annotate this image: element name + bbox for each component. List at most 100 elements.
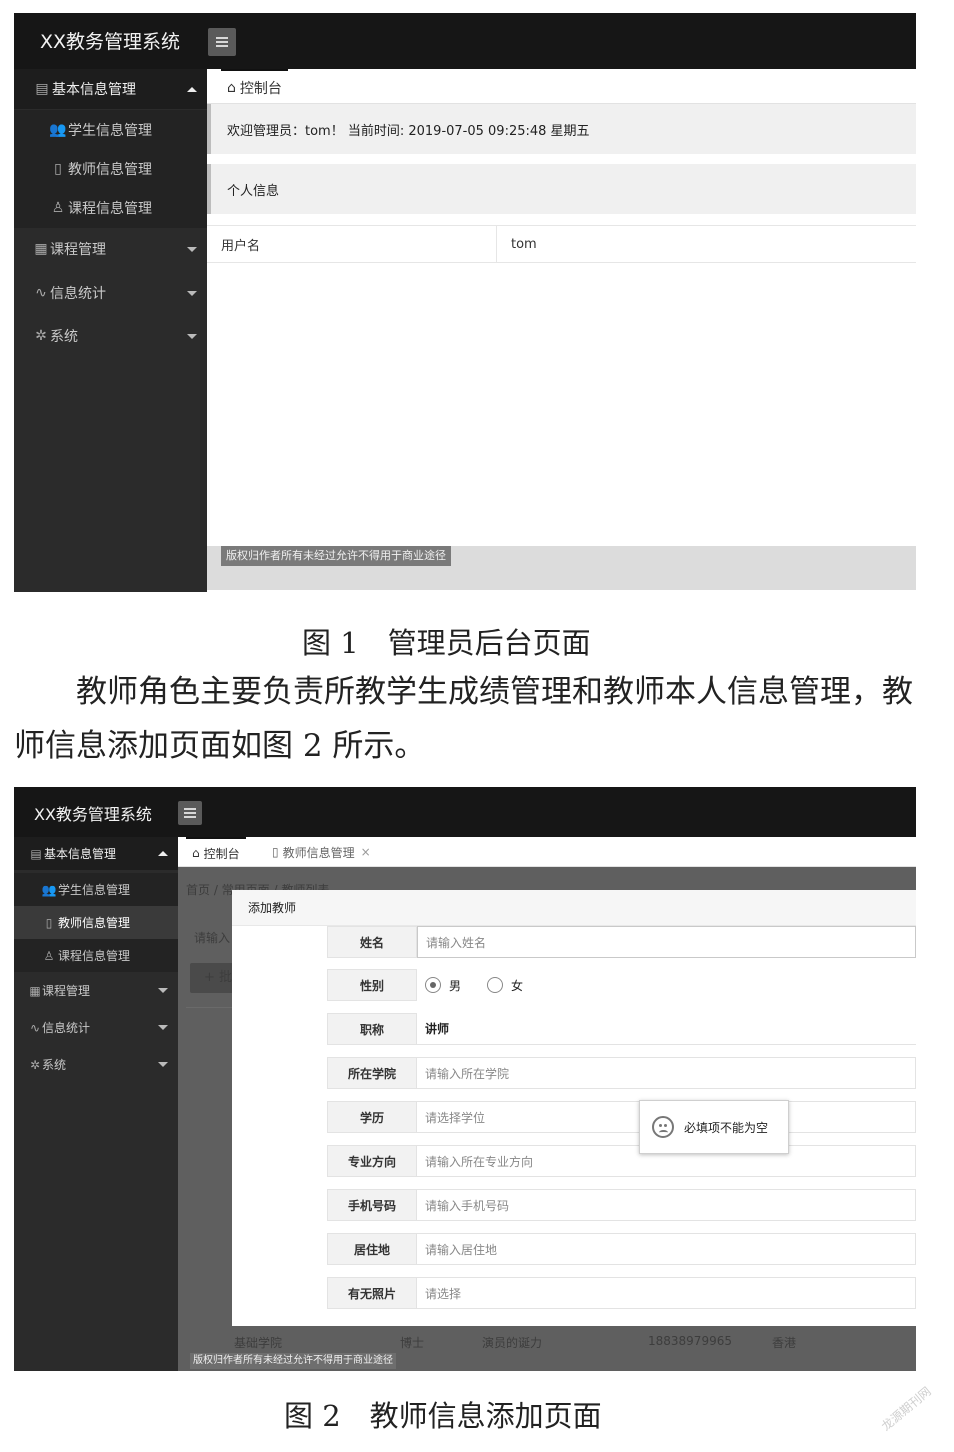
field-label: 性别 <box>327 969 417 1001</box>
info-value: tom <box>511 236 537 252</box>
menu-toggle-icon[interactable] <box>208 28 236 56</box>
sidebar-item-label: 基本信息管理 <box>52 82 136 98</box>
gender-radio-male[interactable]: 男 <box>425 977 461 994</box>
app-title: XX教务管理系统 <box>34 805 152 824</box>
modal-title: 添加教师 <box>232 890 916 926</box>
form-row-major: 专业方向 请输入所在专业方向 <box>327 1145 916 1177</box>
form-row-photo: 有无照片 请选择 <box>327 1277 916 1309</box>
title-select[interactable]: 讲师 <box>417 1013 916 1045</box>
chevron-down-icon <box>158 988 168 993</box>
bg-cell: 博士 <box>400 1336 425 1350</box>
chevron-down-icon <box>187 333 197 339</box>
tab-dashboard[interactable]: ⌂ 控制台 <box>186 837 246 867</box>
home-icon: ⌂ <box>192 846 200 860</box>
bg-cell: 演员的诞力 <box>482 1336 543 1350</box>
field-label: 所在学院 <box>327 1057 417 1089</box>
form-row-phone: 手机号码 请输入手机号码 <box>327 1189 916 1221</box>
chevron-down-icon <box>158 1025 168 1030</box>
table-icon: ▦ <box>29 983 41 998</box>
sidebar-item-label: 系统 <box>42 1058 67 1072</box>
phone-input[interactable]: 请输入手机号码 <box>417 1189 916 1221</box>
top-navbar: XX教务管理系统 <box>14 787 916 837</box>
tab-label: 控制台 <box>239 80 282 97</box>
gender-radio-female[interactable]: 女 <box>487 977 523 994</box>
sidebar-item-course-mgmt[interactable]: ▦ 课程管理 <box>14 229 207 269</box>
sidebar: ▤ 基本信息管理 👥 学生信息管理 ▯ 教师信息管理 ♙ 课程信息管理 ▦ 课程… <box>14 69 207 592</box>
sidebar-item-student-info[interactable]: 👥 学生信息管理 <box>14 873 178 906</box>
address-input[interactable]: 请输入居住地 <box>417 1233 916 1265</box>
sidebar-item-label: 教师信息管理 <box>68 162 152 178</box>
radio-unchecked-icon <box>487 977 504 993</box>
gear-icon: ✲ <box>35 328 47 344</box>
users-icon: 👥 <box>49 122 67 138</box>
sidebar-item-statistics[interactable]: ∿ 信息统计 <box>14 273 207 313</box>
chevron-up-icon <box>158 851 168 856</box>
field-label: 有无照片 <box>327 1277 417 1309</box>
form-row-college: 所在学院 请输入所在学院 <box>327 1057 916 1089</box>
document-icon: ▯ <box>272 845 279 859</box>
clipboard-icon: ▤ <box>35 81 49 97</box>
add-teacher-modal: 添加教师 姓名 请输入姓名 性别 男 女 职称 讲师 所在学院 请输入所在学院 … <box>232 890 916 1326</box>
menu-toggle-icon[interactable] <box>178 801 202 825</box>
tab-label: 教师信息管理 <box>282 845 355 860</box>
add-teacher-screenshot: XX教务管理系统 ▤ 基本信息管理 👥 学生信息管理 ▯ 教师信息管理 ♙ 课程… <box>14 787 916 1371</box>
sidebar-item-course-info[interactable]: ♙ 课程信息管理 <box>14 188 207 228</box>
gear-icon: ✲ <box>29 1057 41 1072</box>
user-outline-icon: ♙ <box>43 948 55 963</box>
sidebar-item-basic-info[interactable]: ▤ 基本信息管理 <box>14 69 207 109</box>
sidebar-item-label: 课程信息管理 <box>58 949 131 963</box>
app-title: XX教务管理系统 <box>40 31 181 53</box>
name-input[interactable]: 请输入姓名 <box>417 926 916 958</box>
bg-table-row: 基础学院 博士 演员的诞力 18838979965 香港 <box>186 1329 916 1353</box>
sidebar-item-label: 信息统计 <box>42 1021 91 1035</box>
college-input[interactable]: 请输入所在学院 <box>417 1057 916 1089</box>
sidebar-item-basic-info[interactable]: ▤ 基本信息管理 <box>14 837 178 870</box>
chevron-up-icon <box>187 86 197 92</box>
bg-cell: 香港 <box>772 1336 797 1350</box>
sidebar-item-teacher-info[interactable]: ▯ 教师信息管理 <box>14 149 207 189</box>
sidebar-item-label: 课程管理 <box>50 242 106 258</box>
tooltip-text: 必填项不能为空 <box>684 1120 769 1135</box>
sidebar-item-statistics[interactable]: ∿ 信息统计 <box>14 1011 178 1044</box>
document-icon: ▯ <box>45 915 53 930</box>
pulse-icon: ∿ <box>29 1020 41 1035</box>
body-paragraph: 教师角色主要负责所教学生成绩管理和教师本人信息管理，教师信息添加页面如图 2 所… <box>14 674 913 764</box>
footer: 版权归作者所有未经过允许不得用于商业途径 <box>207 546 916 590</box>
sad-face-icon <box>652 1116 674 1138</box>
radio-label: 女 <box>511 978 524 993</box>
chevron-down-icon <box>187 246 197 252</box>
sidebar-item-label: 课程管理 <box>42 984 91 998</box>
info-row-username: 用户名 tom <box>207 225 916 263</box>
tab-teacher-info[interactable]: ▯ 教师信息管理 × <box>266 837 377 867</box>
figure-2-caption: 图 2 教师信息添加页面 <box>284 1399 602 1433</box>
gender-radio-group: 男 女 <box>417 969 916 1001</box>
sidebar-item-system[interactable]: ✲ 系统 <box>14 316 207 356</box>
table-icon: ▦ <box>34 241 48 257</box>
admin-dashboard-screenshot: XX教务管理系统 ▤ 基本信息管理 👥 学生信息管理 ▯ 教师信息管理 ♙ 课程… <box>14 13 916 592</box>
section-header: 个人信息 <box>207 164 916 214</box>
document-icon: ▯ <box>54 161 62 177</box>
sidebar-item-label: 基本信息管理 <box>44 847 117 861</box>
sidebar-item-teacher-info[interactable]: ▯ 教师信息管理 <box>14 906 178 939</box>
sidebar-item-course-info[interactable]: ♙ 课程信息管理 <box>14 939 178 972</box>
sidebar-item-course-mgmt[interactable]: ▦ 课程管理 <box>14 974 178 1007</box>
sidebar-item-system[interactable]: ✲ 系统 <box>14 1048 178 1081</box>
close-icon[interactable]: × <box>361 845 371 859</box>
sidebar-item-student-info[interactable]: 👥 学生信息管理 <box>14 110 207 150</box>
pulse-icon: ∿ <box>35 285 47 301</box>
field-label: 学历 <box>327 1101 417 1133</box>
tab-dashboard[interactable]: ⌂ 控制台 <box>221 69 288 104</box>
field-label: 居住地 <box>327 1233 417 1265</box>
form-row-address: 居住地 请输入居住地 <box>327 1233 916 1265</box>
sidebar-item-label: 学生信息管理 <box>58 883 131 897</box>
clipboard-icon: ▤ <box>30 846 42 861</box>
watermark: 龙源期刊网 <box>878 1384 934 1434</box>
photo-select[interactable]: 请选择 <box>417 1277 916 1309</box>
radio-checked-icon <box>425 977 441 993</box>
bg-search-input: 请输入 <box>194 931 231 945</box>
welcome-banner: 欢迎管理员：tom！ 当前时间: 2019-07-05 09:25:48 星期五 <box>207 104 916 154</box>
tab-bar: ⌂ 控制台 <box>207 69 916 104</box>
chevron-down-icon <box>158 1062 168 1067</box>
sidebar-item-label: 系统 <box>50 329 78 345</box>
form-row-title: 职称 讲师 <box>327 1013 916 1045</box>
